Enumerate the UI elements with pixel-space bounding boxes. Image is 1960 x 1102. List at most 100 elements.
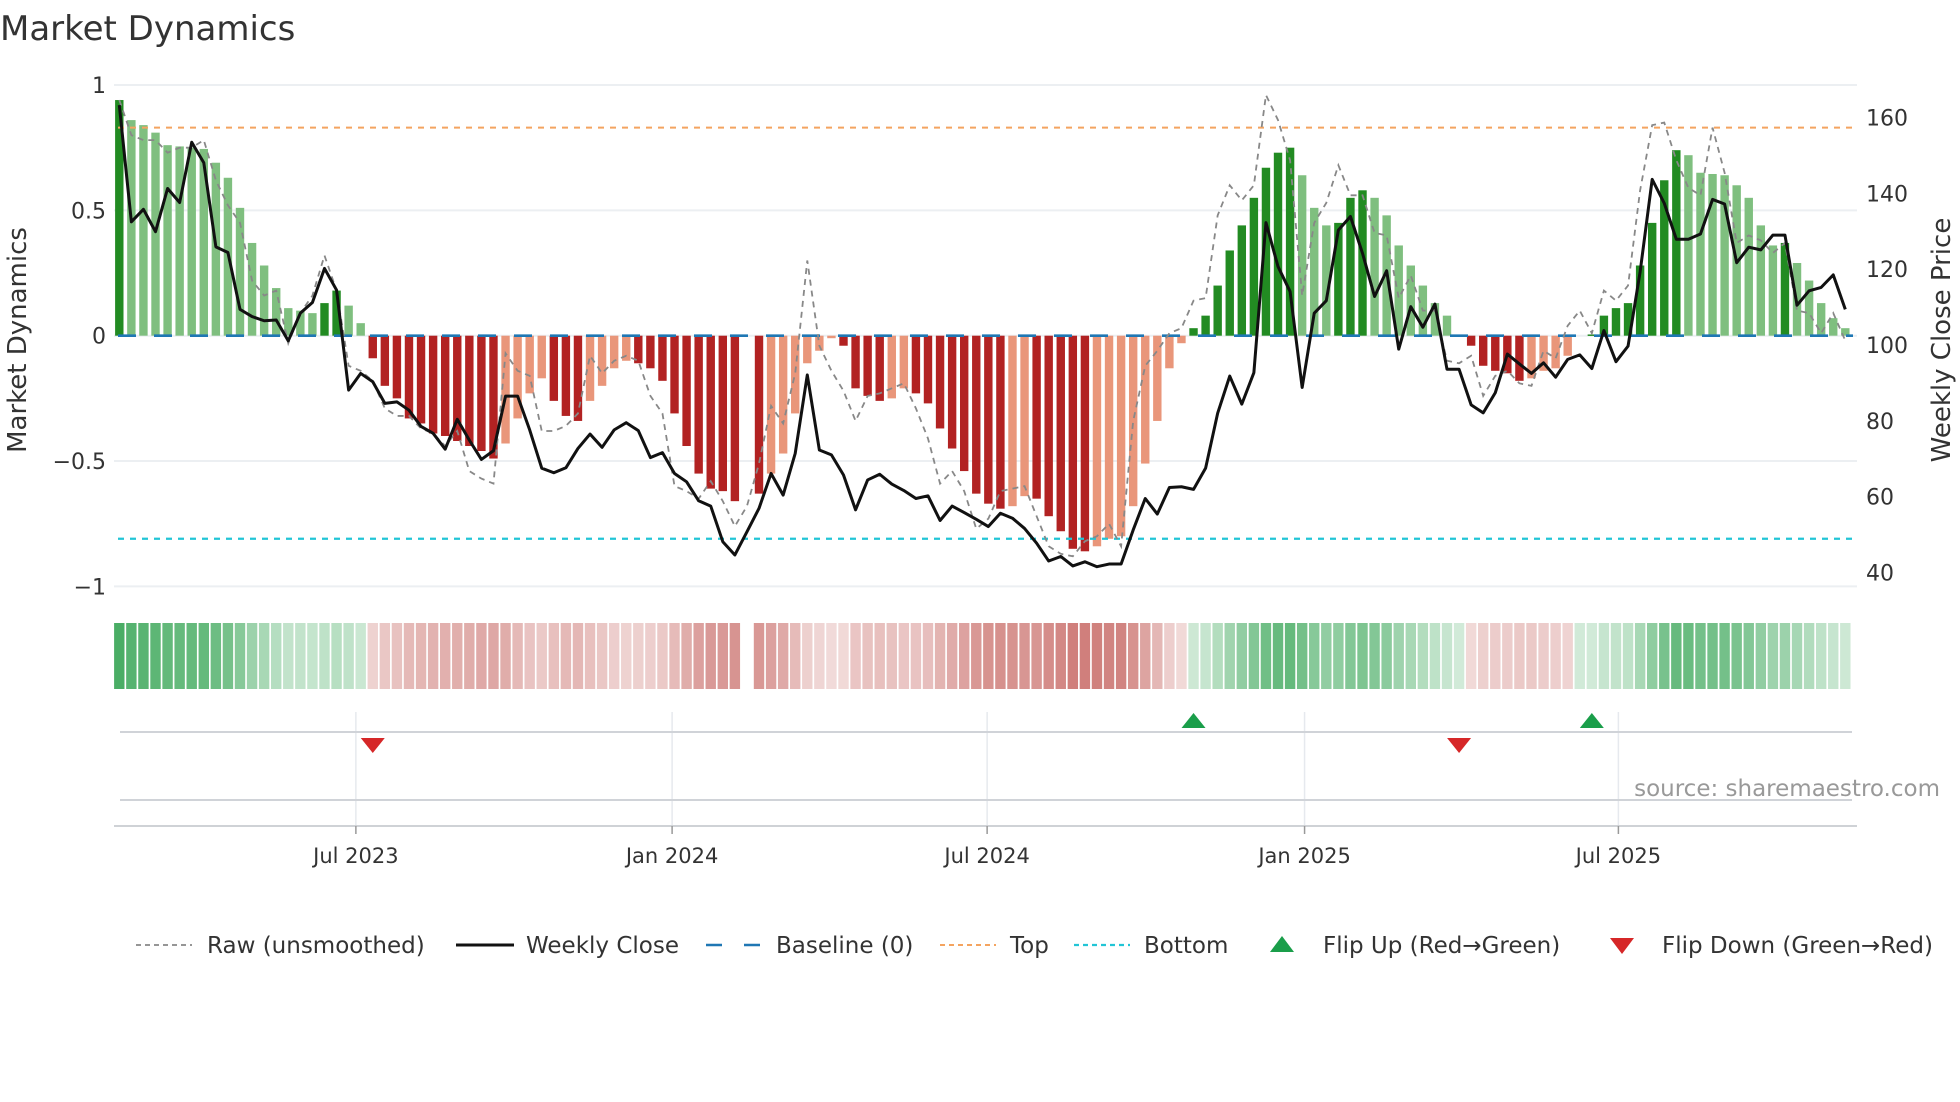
dynamics-bar — [1225, 250, 1234, 336]
legend-label: Flip Up (Red→Green) — [1323, 933, 1560, 959]
dynamics-bar — [718, 335, 727, 492]
strip-cell — [1321, 623, 1332, 689]
strip-cell — [295, 623, 306, 689]
strip-cell — [1200, 623, 1211, 689]
dynamics-bar — [187, 147, 196, 336]
strip-cell — [572, 623, 584, 689]
dynamics-bar — [803, 335, 812, 364]
strip-cell — [1333, 623, 1344, 689]
strip-cell — [1007, 623, 1018, 689]
strip-cell — [1417, 623, 1429, 689]
strip-cell — [150, 623, 161, 689]
chart-title: Market Dynamics — [0, 9, 295, 49]
strip-cell — [1550, 623, 1561, 689]
dynamics-bar — [646, 335, 655, 369]
dynamics-bar — [815, 335, 824, 351]
strip-cell — [283, 623, 294, 689]
strip-cell — [596, 623, 608, 689]
strip-cell — [1405, 623, 1416, 689]
strip-cell — [1115, 623, 1127, 689]
strip-cell — [500, 623, 511, 689]
dynamics-bar — [597, 335, 607, 386]
flip-panel — [114, 712, 1857, 827]
strip-cell — [1743, 623, 1754, 689]
strip-cell — [934, 623, 946, 689]
legend-label: Flip Down (Green→Red) — [1662, 933, 1933, 959]
strip-cell — [1309, 623, 1320, 689]
dynamics-bar — [416, 335, 426, 424]
dynamics-bar — [549, 335, 559, 401]
dynamics-bar — [778, 335, 788, 454]
strip-cell — [1188, 623, 1199, 689]
dynamics-bar — [380, 335, 390, 386]
dynamics-bar — [1044, 335, 1053, 517]
dynamics-bar — [1237, 225, 1247, 336]
flip-up-marker — [1181, 713, 1206, 728]
dynamics-bar — [1141, 335, 1150, 464]
dynamics-bar — [1551, 335, 1560, 369]
legend: Raw (unsmoothed) Weekly Close Baseline (0)… — [136, 933, 1933, 959]
strip-cell — [138, 623, 149, 689]
strip-cell — [439, 623, 451, 689]
dynamics-bar — [1466, 335, 1476, 346]
strip-cell — [1695, 623, 1706, 689]
dynamics-bar — [1068, 335, 1078, 549]
dynamics-bar — [1756, 225, 1766, 336]
legend-item-raw: Raw (unsmoothed) — [136, 933, 425, 959]
dynamics-bar — [1647, 222, 1657, 336]
dynamics-bar — [477, 335, 486, 452]
strip-cell — [862, 623, 873, 689]
dynamics-bar — [923, 335, 933, 404]
dynamics-bar — [127, 120, 136, 336]
dynamics-bar — [1080, 335, 1090, 552]
strip-cell — [319, 623, 330, 689]
strip-cell — [1791, 623, 1803, 689]
market-dynamics-chart: Market Dynamics 1 0.5 0 −0.5 −1 160 140 120 100 8… — [0, 9, 1957, 959]
strip-cell — [512, 623, 523, 689]
dynamics-bar — [1116, 335, 1126, 537]
dynamics-bar — [1297, 175, 1307, 336]
strip-cell — [1212, 623, 1223, 689]
legend-label: Baseline (0) — [776, 933, 913, 959]
strip-cell — [802, 623, 813, 689]
dynamics-bar — [827, 335, 836, 339]
strip-cell — [1272, 623, 1284, 689]
dynamics-bar — [1829, 318, 1838, 336]
dynamics-bar — [175, 146, 184, 336]
dynamics-bar — [1442, 315, 1452, 336]
dynamics-bar — [561, 335, 571, 416]
strip-cell — [1598, 623, 1610, 689]
y-tick-label: 0 — [92, 325, 106, 350]
regime-strip — [114, 623, 1851, 689]
strip-cell — [1224, 623, 1235, 689]
strip-cell — [1574, 623, 1585, 689]
dynamics-bar — [1611, 308, 1621, 336]
dynamics-bar — [392, 335, 402, 399]
strip-cell — [1538, 623, 1549, 689]
dynamics-bar — [1020, 335, 1029, 497]
dynamics-bar — [344, 305, 353, 336]
dynamics-bar — [947, 335, 957, 449]
dynamics-bar — [730, 335, 740, 502]
legend-item-flipup: Flip Up (Red→Green) — [1270, 933, 1560, 959]
strip-cell — [1103, 623, 1115, 689]
strip-cell — [705, 623, 716, 689]
strip-cell — [1755, 623, 1767, 689]
y-tick-label: −0.5 — [53, 450, 106, 475]
legend-item-top: Top — [940, 933, 1049, 959]
strip-cell — [1152, 623, 1163, 689]
strip-cell — [114, 623, 125, 689]
strip-cell — [657, 623, 668, 689]
y2-tick-label: 100 — [1866, 334, 1908, 359]
series-lines — [117, 91, 1847, 569]
strip-cell — [1815, 623, 1827, 689]
flip-down-marker — [360, 738, 385, 753]
strip-cell — [1840, 623, 1851, 689]
dynamics-bar — [694, 335, 703, 474]
dynamics-bar — [573, 335, 583, 421]
strip-cell — [995, 623, 1006, 689]
strip-cell — [1369, 623, 1380, 689]
strip-cell — [1779, 623, 1791, 689]
y2-tick-label: 160 — [1866, 107, 1908, 132]
strip-cell — [258, 623, 270, 689]
